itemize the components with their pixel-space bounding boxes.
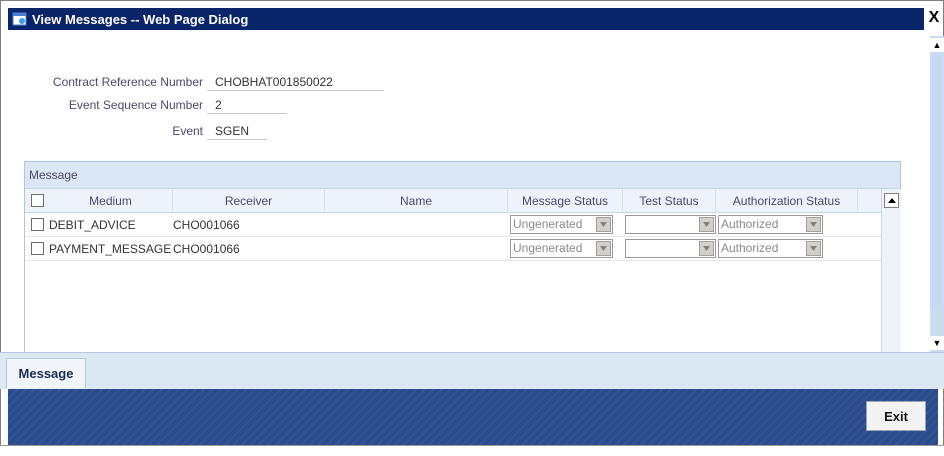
chevron-down-icon[interactable] bbox=[596, 241, 611, 256]
contract-ref-value: CHOBHAT001850022 bbox=[207, 73, 384, 91]
tab-bar: Message bbox=[0, 352, 944, 389]
authorization-status-value: Authorized bbox=[721, 217, 779, 231]
authorization-status-value: Authorized bbox=[721, 241, 779, 255]
exit-button[interactable]: Exit bbox=[866, 401, 926, 431]
cell-name bbox=[325, 213, 508, 237]
select-all-checkbox[interactable] bbox=[31, 194, 44, 207]
cell-receiver: CHO001066 bbox=[173, 218, 240, 232]
chevron-down-icon[interactable] bbox=[806, 217, 821, 232]
table-row: PAYMENT_MESSAGE CHO001066 Ungenerated Au… bbox=[25, 237, 881, 261]
footer-bar bbox=[8, 389, 938, 445]
col-name[interactable]: Name bbox=[325, 189, 508, 213]
grid-header: Medium Receiver Name Message Status Test… bbox=[25, 189, 881, 213]
chevron-down-icon[interactable] bbox=[806, 241, 821, 256]
cell-medium: DEBIT_ADVICE bbox=[49, 218, 136, 232]
chevron-down-icon[interactable] bbox=[699, 241, 714, 256]
event-seq-value: 2 bbox=[207, 96, 287, 114]
contract-ref-row: Contract Reference Number CHOBHAT0018500… bbox=[40, 73, 384, 91]
col-test-status[interactable]: Test Status bbox=[623, 189, 716, 213]
window-title: View Messages -- Web Page Dialog bbox=[32, 11, 249, 27]
row-checkbox[interactable] bbox=[31, 218, 44, 231]
tab-message[interactable]: Message bbox=[6, 358, 86, 388]
message-status-value: Ungenerated bbox=[513, 241, 583, 255]
test-status-select[interactable] bbox=[625, 239, 716, 258]
scroll-up-icon[interactable]: ▲ bbox=[930, 38, 944, 52]
page-scrollbar[interactable]: ▲ ▼ bbox=[930, 36, 944, 352]
status-strip bbox=[0, 445, 944, 456]
event-row: Event SGEN bbox=[40, 122, 267, 140]
col-receiver[interactable]: Receiver bbox=[173, 189, 325, 213]
col-message-status[interactable]: Message Status bbox=[508, 189, 623, 213]
authorization-status-select[interactable]: Authorized bbox=[718, 215, 823, 234]
close-icon[interactable]: X bbox=[926, 9, 942, 27]
cell-medium: PAYMENT_MESSAGE bbox=[49, 242, 172, 256]
message-panel-header: Message bbox=[25, 162, 900, 189]
col-authorization-status[interactable]: Authorization Status bbox=[716, 189, 858, 213]
col-medium[interactable]: Medium bbox=[49, 189, 173, 213]
row-checkbox[interactable] bbox=[31, 242, 44, 255]
scroll-down-icon[interactable]: ▼ bbox=[930, 336, 944, 350]
message-panel: Message Medium Receiver Name Message Sta… bbox=[24, 161, 901, 354]
chevron-down-icon[interactable] bbox=[699, 217, 714, 232]
scroll-up-icon[interactable] bbox=[884, 193, 899, 208]
cell-name bbox=[325, 237, 508, 261]
message-status-select[interactable]: Ungenerated bbox=[510, 215, 613, 234]
contract-ref-label: Contract Reference Number bbox=[52, 75, 203, 89]
scroll-thumb[interactable] bbox=[931, 56, 943, 306]
test-status-select[interactable] bbox=[625, 215, 716, 234]
grid-scrollbar[interactable] bbox=[881, 189, 901, 354]
cell-receiver: CHO001066 bbox=[173, 242, 240, 256]
title-bar: View Messages -- Web Page Dialog bbox=[8, 8, 924, 30]
chevron-down-icon[interactable] bbox=[596, 217, 611, 232]
message-status-value: Ungenerated bbox=[513, 217, 583, 231]
ie-page-icon bbox=[12, 12, 27, 26]
event-label: Event bbox=[172, 124, 203, 138]
event-seq-label: Event Sequence Number bbox=[68, 98, 203, 112]
event-seq-row: Event Sequence Number 2 bbox=[40, 96, 287, 114]
message-status-select[interactable]: Ungenerated bbox=[510, 239, 613, 258]
event-value: SGEN bbox=[207, 122, 267, 140]
table-row: DEBIT_ADVICE CHO001066 Ungenerated Autho… bbox=[25, 213, 881, 237]
authorization-status-select[interactable]: Authorized bbox=[718, 239, 823, 258]
